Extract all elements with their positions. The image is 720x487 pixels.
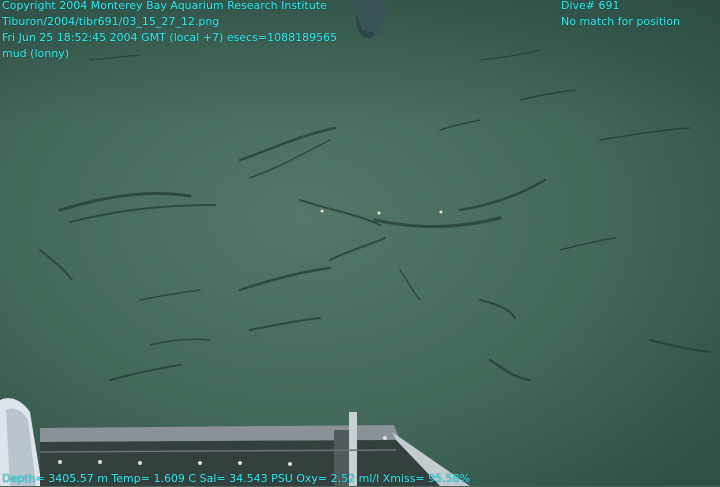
file-path-text: Tiburon/2004/tibr691/03_15_27_12.png bbox=[2, 15, 220, 28]
position-status-text: No match for position bbox=[561, 15, 680, 28]
dive-number-text: Dive# 691 bbox=[561, 0, 620, 12]
header-overlay-left: Copyright 2004 Monterey Bay Aquarium Res… bbox=[2, 0, 337, 62]
seafloor-photo bbox=[0, 0, 720, 486]
copyright-text: Copyright 2004 Monterey Bay Aquarium Res… bbox=[2, 0, 327, 12]
distance-haze bbox=[0, 0, 720, 486]
annotation-text: mud (lonny) bbox=[2, 47, 69, 60]
telemetry-text: Depth= 3405.57 m Temp= 1.609 C Sal= 34.5… bbox=[2, 472, 471, 485]
telemetry-overlay: Depth= 3405.57 m Temp= 1.609 C Sal= 34.5… bbox=[2, 471, 470, 487]
header-overlay-right: Dive# 691 No match for position bbox=[561, 0, 680, 30]
timestamp-text: Fri Jun 25 18:52:45 2004 GMT (local +7) … bbox=[2, 31, 338, 44]
